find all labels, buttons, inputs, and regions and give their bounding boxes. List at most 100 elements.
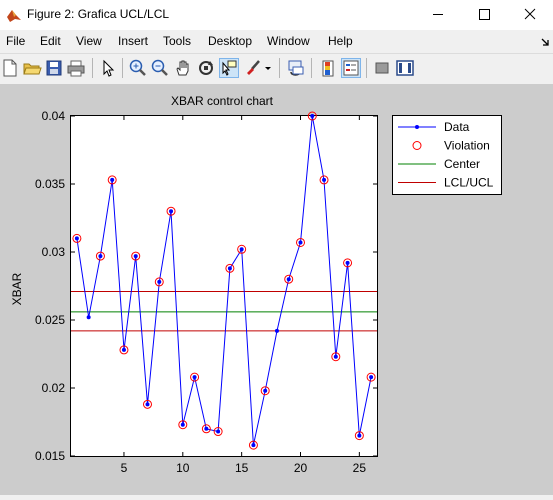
zoom-in-icon [129,59,146,76]
toolbar-separator [366,58,367,78]
save-icon [46,60,62,76]
data-point[interactable] [157,279,162,284]
data-point[interactable] [145,402,150,407]
hide-plot-tools-icon [375,62,389,74]
print-button[interactable] [66,58,86,78]
show-plot-tools-icon [396,60,414,76]
data-point[interactable] [98,254,103,259]
figure-toolbar [0,53,553,85]
link-plot-button[interactable] [286,58,306,78]
colorbar-icon [322,60,334,77]
menu-window[interactable]: Window [267,34,310,48]
legend[interactable]: Data Violation Center LCL/UCL [392,115,502,195]
data-point[interactable] [369,375,374,380]
rotate-3d-button[interactable] [196,58,216,78]
arrow-cursor-icon [103,59,115,77]
data-point[interactable] [74,236,79,241]
title-bar: Figure 2: Grafica UCL/LCL [0,0,553,30]
minimize-button[interactable] [415,0,461,30]
data-point[interactable] [86,315,91,320]
zoom-in-button[interactable] [128,58,148,78]
data-point[interactable] [192,375,197,380]
x-tick-label: 10 [176,461,190,475]
data-point[interactable] [322,177,327,182]
x-tick-label: 15 [235,461,249,475]
figure-area: XBAR control chart XBAR 5 10 15 20 25 0.015 0.… [0,84,553,495]
control-chart: XBAR control chart XBAR 5 10 15 20 25 0.015 0.… [10,94,502,475]
legend-data-marker [415,125,419,129]
menu-view[interactable]: View [76,34,102,48]
close-button[interactable] [507,0,553,30]
data-point[interactable] [310,114,315,118]
window-title: Figure 2: Grafica UCL/LCL [27,7,170,21]
y-tick-label: 0.025 [35,313,65,327]
data-point[interactable] [110,177,115,182]
legend-button[interactable] [341,58,361,78]
data-point[interactable] [298,240,303,245]
toolbar-separator [311,58,312,78]
data-point[interactable] [121,347,126,352]
menu-help[interactable]: Help [328,34,353,48]
print-icon [67,60,85,77]
show-plot-tools-button[interactable] [395,58,415,78]
menu-insert[interactable]: Insert [118,34,148,48]
toolbar-separator [279,58,280,78]
menu-file[interactable]: File [6,34,25,48]
edit-plot-button[interactable] [98,58,118,78]
brush-icon [247,60,260,75]
open-file-button[interactable] [22,58,42,78]
save-button[interactable] [44,58,64,78]
y-tick-label: 0.03 [42,245,66,259]
legend-label: Data [444,120,470,134]
data-point[interactable] [274,328,279,333]
legend-label: Violation [444,139,490,153]
hand-icon [176,60,189,76]
hide-plot-tools-button[interactable] [372,58,392,78]
maximize-icon [479,9,490,20]
data-point[interactable] [216,429,221,434]
data-cursor-icon [222,60,237,76]
minimize-icon [433,14,443,15]
menu-tools[interactable]: Tools [163,34,191,48]
y-tick-label: 0.015 [35,449,65,463]
data-cursor-button[interactable] [219,58,239,78]
data-point[interactable] [204,426,209,431]
menu-desktop[interactable]: Desktop [208,34,252,48]
colorbar-button[interactable] [318,58,338,78]
x-tick-label: 25 [353,461,367,475]
data-point[interactable] [180,422,185,427]
legend-label: LCL/UCL [444,176,494,190]
matlab-icon [7,10,21,22]
menu-bar: File Edit View Insert Tools Desktop Wind… [0,30,553,52]
data-point[interactable] [169,209,174,214]
data-point[interactable] [286,277,291,282]
new-figure-button[interactable] [0,58,20,78]
open-folder-icon [23,63,42,75]
y-tick-label: 0.035 [35,177,65,191]
data-point[interactable] [333,354,338,359]
menu-edit[interactable]: Edit [40,34,61,48]
data-point[interactable] [251,443,256,448]
chevron-down-icon [265,67,271,70]
zoom-out-icon [151,59,168,76]
data-point[interactable] [345,260,350,265]
dock-arrow-icon[interactable] [540,36,552,48]
data-point[interactable] [133,254,138,259]
legend-label: Center [444,157,480,171]
toolbar-separator [122,58,123,78]
data-point[interactable] [263,388,268,393]
chart-title: XBAR control chart [171,94,274,108]
zoom-out-button[interactable] [150,58,170,78]
data-point[interactable] [227,266,232,271]
y-tick-label: 0.04 [42,109,66,123]
brush-button[interactable] [243,58,263,78]
toolbar-separator [92,58,93,78]
data-point[interactable] [357,433,362,438]
data-point[interactable] [239,247,244,252]
rotate-3d-icon [199,61,213,75]
x-tick-label: 5 [121,461,128,475]
y-tick-label: 0.02 [42,381,66,395]
pan-button[interactable] [173,58,193,78]
maximize-button[interactable] [461,0,507,30]
x-tick-label: 20 [294,461,308,475]
